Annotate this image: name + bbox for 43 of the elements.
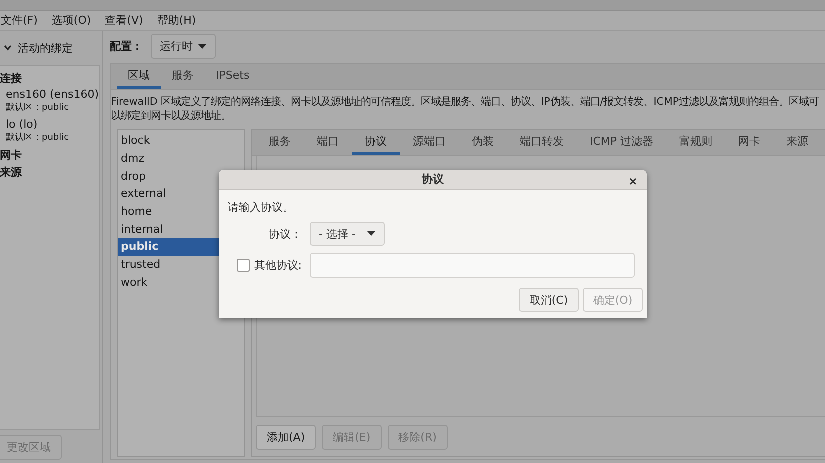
input-field[interactable] [310,253,635,278]
group-label: 来源 [0,165,23,180]
tab[interactable]: ICMP 过滤器 [577,130,667,155]
tab[interactable]: 服务 [256,130,304,155]
tab[interactable]: 服务 [161,64,205,89]
tab[interactable]: 端口转发 [507,130,577,155]
config-label: 配置： [110,39,143,54]
protocol-dropdown[interactable]: - 选择 - [310,222,385,246]
tab[interactable]: 来源 [774,130,822,155]
menu-item[interactable]: 文件(F) [1,13,38,28]
tab[interactable]: 协议 [352,130,400,155]
tab[interactable]: 源端口 [400,130,459,155]
default-zone: 默认区：public [6,102,70,114]
field-label: 协议： [269,226,302,242]
menu-item[interactable]: 帮助(H) [157,13,196,28]
dialog-title: 协议 [422,172,444,187]
description: FirewallD 区域定义了绑定的网络连接、网卡以及源地址的可信程度。区域是服务、端口、协议、IP伪装、端口/报文转发、ICMP过滤以及富规则的组合。区域可以绑定到网卡以及源地址。 [111,95,820,124]
checkbox[interactable] [237,259,250,272]
checkbox-label: 其他协议: [254,258,302,273]
group-label: 连接 [0,71,23,86]
tab[interactable]: 富规则 [666,130,726,155]
tab[interactable]: 区域 [117,64,161,89]
tab[interactable]: IPSets [205,64,261,89]
section-title: 活动的绑定 [18,40,73,56]
default-zone: 默认区：public [6,132,70,144]
close-button[interactable]: × [627,174,639,189]
action-button[interactable]: 添加(A) [256,425,316,450]
config-dropdown[interactable]: 运行时 [151,34,216,59]
connection-name[interactable]: ens160 (ens160) [6,88,99,101]
tab[interactable]: 端口 [304,130,352,155]
zone-item[interactable]: block [118,132,244,150]
connection-name[interactable]: lo (lo) [6,118,99,131]
group-label: 网卡 [0,148,23,163]
chevron-icon[interactable] [4,45,12,51]
dialog-button[interactable]: 取消(C) [519,288,579,312]
menu-item[interactable]: 查看(V) [105,13,144,28]
tab[interactable]: 伪装 [459,130,507,155]
tab[interactable]: 网卡 [726,130,774,155]
menu-item[interactable]: 选项(O) [52,13,92,28]
caret-icon [198,44,207,50]
prompt-text: 请输入协议。 [228,200,295,215]
caret-icon [367,231,376,237]
zone-item[interactable]: dmz [118,150,244,168]
